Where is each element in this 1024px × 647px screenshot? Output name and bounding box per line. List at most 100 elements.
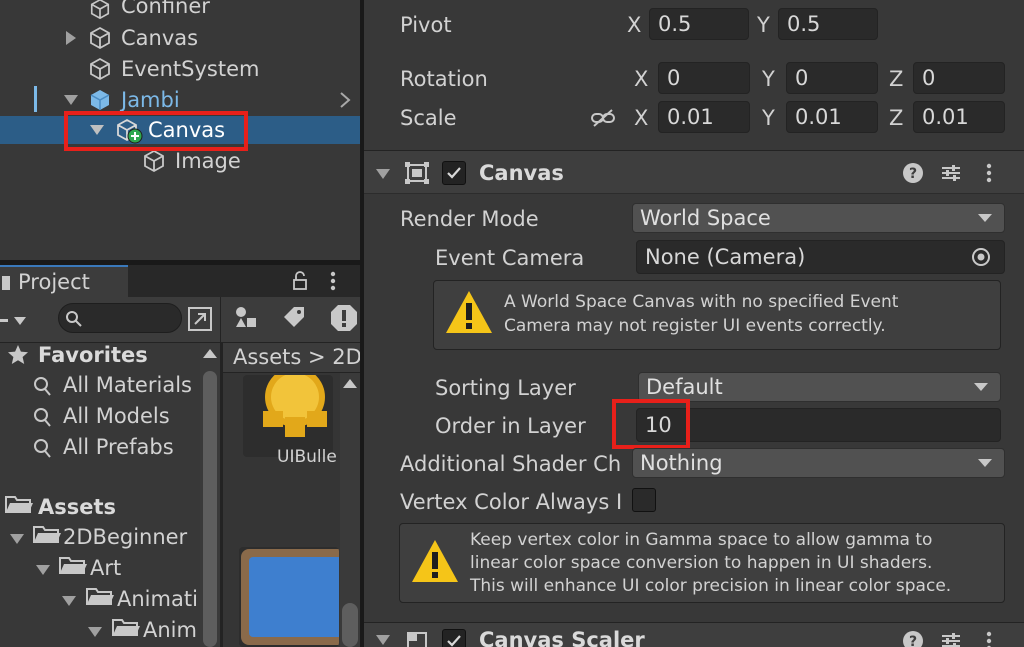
project-panel: Project Favorites All Materials All Mode… [0, 265, 362, 647]
collapse-arrow-icon[interactable] [88, 627, 102, 637]
collapse-arrow-icon[interactable] [376, 635, 390, 645]
scale-x-field[interactable]: 0.01 [658, 101, 750, 133]
breadcrumb-text[interactable]: Assets > 2D [233, 347, 362, 368]
canvas-enabled-checkbox[interactable] [442, 161, 466, 185]
checkmark-icon [447, 635, 461, 647]
folder-item[interactable]: Animati [117, 589, 198, 610]
order-in-layer-label: Order in Layer [435, 414, 586, 438]
help-icon[interactable]: ? [902, 630, 924, 647]
additional-shader-channels-value: Nothing [640, 451, 723, 475]
favorite-item[interactable]: All Prefabs [63, 437, 174, 458]
axis-x-label: X [634, 67, 649, 91]
constrain-proportions-link-icon[interactable] [590, 106, 616, 130]
prefab-indicator-bar [34, 86, 37, 112]
project-tab[interactable]: Project [0, 265, 128, 297]
hierarchy-row-jambi[interactable]: Jambi [0, 86, 360, 114]
filter-by-type-icon[interactable] [232, 303, 260, 331]
axis-z-label: Z [889, 106, 904, 130]
create-dropdown-button[interactable] [0, 309, 38, 333]
canvas-scaler-component-header[interactable]: Canvas Scaler ? [364, 622, 1024, 647]
sorting-layer-dropdown[interactable]: Default [638, 372, 1001, 402]
order-in-layer-field[interactable]: 10 [636, 408, 1001, 442]
scale-z-field[interactable]: 0.01 [913, 101, 1005, 133]
canvas-scaler-enabled-checkbox[interactable] [442, 629, 466, 647]
content-scrollbar[interactable] [340, 373, 360, 647]
more-options-icon[interactable] [984, 630, 994, 647]
pivot-x-field[interactable]: 0.5 [649, 8, 749, 40]
hierarchy-item-label: Canvas [121, 26, 199, 50]
scroll-up-arrow-icon[interactable] [343, 379, 357, 388]
collapse-arrow-icon[interactable] [36, 565, 50, 575]
scale-z-value: 0.01 [922, 105, 969, 129]
collapse-arrow-icon[interactable] [10, 534, 24, 544]
warning-icon [446, 291, 492, 333]
assets-header[interactable]: Assets [38, 497, 116, 518]
object-picker-icon[interactable] [970, 246, 992, 268]
gameobject-icon [90, 26, 110, 50]
svg-text:?: ? [909, 634, 917, 647]
favorite-item[interactable]: All Materials [63, 375, 192, 396]
event-camera-warning-box: A World Space Canvas with no specified E… [433, 280, 1001, 350]
more-options-icon[interactable] [984, 162, 994, 184]
favorites-header[interactable]: Favorites [38, 345, 148, 366]
collapse-arrow-icon[interactable] [64, 95, 78, 105]
axis-x-label: X [627, 13, 642, 37]
lock-icon[interactable] [290, 270, 310, 292]
rotation-z-value: 0 [922, 66, 936, 90]
event-camera-field[interactable]: None (Camera) [636, 240, 1005, 274]
hierarchy-row-image[interactable]: Image [0, 147, 360, 175]
additional-shader-channels-dropdown[interactable]: Nothing [632, 448, 1005, 478]
chevron-right-icon[interactable] [338, 91, 352, 109]
hierarchy-item-label: Confiner [121, 0, 210, 18]
scrollbar-thumb[interactable] [342, 603, 358, 647]
canvas-scaler-icon [407, 632, 427, 647]
asset-thumbnail-panel[interactable] [239, 547, 339, 647]
asset-label[interactable]: UIBulle [277, 449, 337, 466]
search-by-type-icon[interactable] [186, 305, 214, 333]
axis-y-label: Y [762, 106, 775, 130]
folder-item[interactable]: Anim [143, 620, 197, 641]
collapse-arrow-icon[interactable] [376, 169, 390, 179]
checkmark-icon [447, 167, 461, 179]
folder-item[interactable]: 2DBeginner [63, 527, 187, 548]
scale-y-field[interactable]: 0.01 [786, 101, 878, 133]
scrollbar-thumb[interactable] [203, 371, 217, 647]
rotation-x-field[interactable]: 0 [658, 62, 750, 94]
presets-icon[interactable] [940, 162, 962, 184]
pivot-y-field[interactable]: 0.5 [778, 8, 878, 40]
favorite-item[interactable]: All Models [63, 406, 170, 427]
folder-open-icon [112, 619, 140, 636]
hierarchy-item-label: EventSystem [121, 57, 260, 81]
rotation-y-field[interactable]: 0 [786, 62, 878, 94]
folder-open-icon [5, 496, 33, 513]
axis-z-label: Z [889, 67, 904, 91]
hierarchy-item-label: Jambi [121, 88, 180, 112]
chevron-down-icon [978, 214, 992, 222]
tree-scrollbar[interactable] [200, 343, 220, 647]
vertex-color-checkbox[interactable] [632, 488, 656, 512]
folder-item[interactable]: Art [90, 558, 121, 579]
gameobject-icon [90, 57, 110, 81]
hierarchy-row-canvas[interactable]: Canvas [0, 24, 360, 52]
filter-by-label-icon[interactable] [280, 303, 308, 331]
hierarchy-row-eventsystem[interactable]: EventSystem [0, 55, 360, 83]
collapse-arrow-icon[interactable] [62, 596, 76, 606]
warning-filter-icon[interactable] [329, 303, 359, 333]
search-icon [34, 377, 51, 396]
expand-arrow-icon[interactable] [66, 31, 76, 45]
presets-icon[interactable] [940, 630, 962, 647]
help-icon[interactable]: ? [902, 162, 924, 184]
more-options-icon[interactable] [328, 270, 338, 292]
hierarchy-panel: Confiner Canvas EventSystem Jambi Canvas… [0, 0, 360, 260]
hierarchy-row-confiner[interactable]: Confiner [0, 0, 360, 22]
project-tree: Favorites All Materials All Models All P… [0, 343, 222, 647]
search-input[interactable] [58, 303, 182, 333]
rotation-z-field[interactable]: 0 [913, 62, 1005, 94]
asset-thumbnail-uibullet[interactable] [243, 375, 333, 457]
highlight-box-order-in-layer [612, 399, 690, 449]
render-mode-dropdown[interactable]: World Space [632, 203, 1005, 233]
event-camera-value: None (Camera) [645, 245, 806, 269]
canvas-component-header[interactable]: Canvas ? [364, 150, 1024, 194]
scroll-up-arrow-icon[interactable] [203, 349, 217, 358]
search-icon [34, 439, 51, 458]
